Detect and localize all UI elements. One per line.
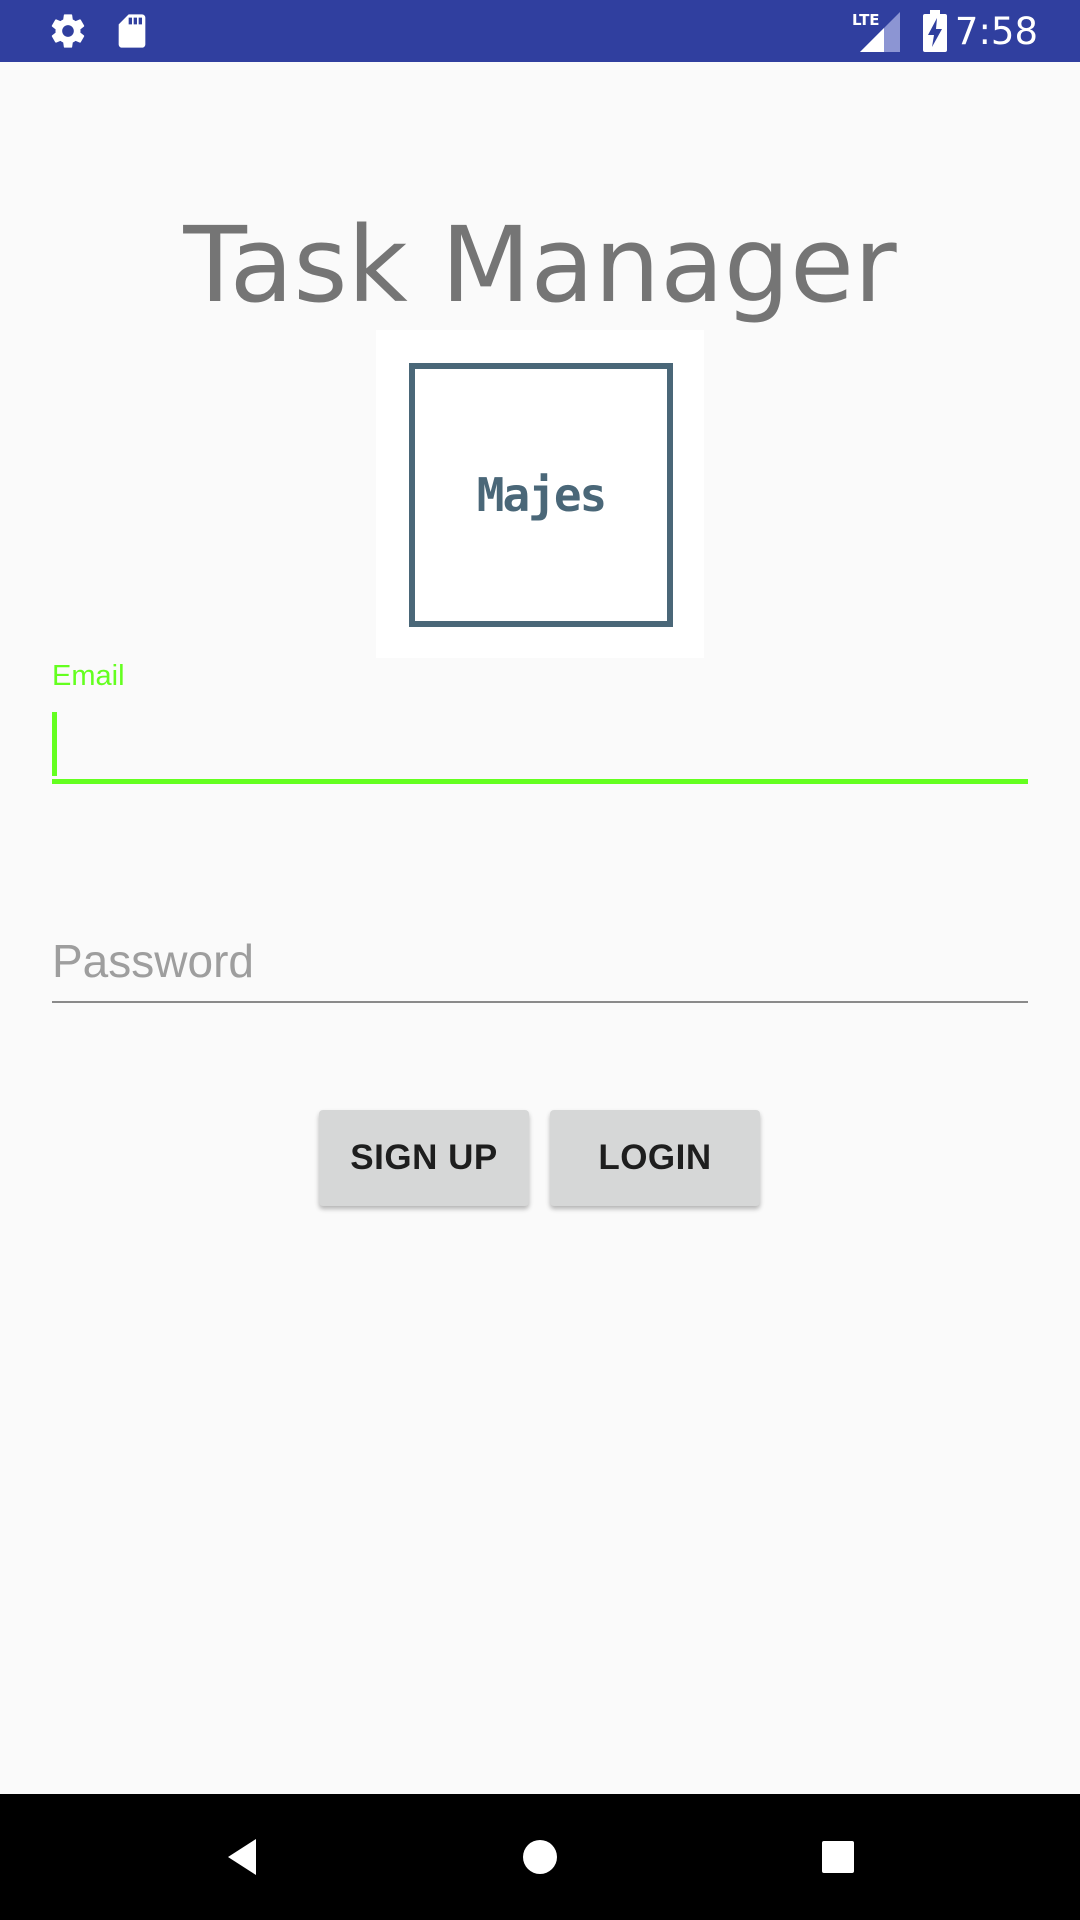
app-title: Task Manager	[183, 204, 897, 326]
app-logo: Majes	[376, 330, 704, 658]
email-label: Email	[52, 660, 125, 692]
sd-card-icon	[112, 0, 152, 62]
logo-frame: Majes	[409, 363, 673, 627]
status-bar: LTE 7:58	[0, 0, 1080, 62]
back-icon[interactable]	[182, 1794, 302, 1920]
recents-icon[interactable]	[778, 1794, 898, 1920]
password-placeholder: Password	[52, 935, 254, 987]
home-icon[interactable]	[480, 1794, 600, 1920]
text-cursor	[52, 712, 57, 776]
login-button[interactable]: LOGIN	[550, 1110, 760, 1206]
email-field[interactable]	[52, 706, 1028, 784]
password-field[interactable]: Password	[52, 924, 1028, 1003]
clock: 7:58	[954, 10, 1038, 53]
lte-signal-icon: LTE	[850, 0, 902, 62]
battery-charging-icon	[922, 0, 948, 62]
navigation-bar	[0, 1794, 1080, 1920]
sign-up-button[interactable]: SIGN UP	[319, 1110, 529, 1206]
svg-text:LTE: LTE	[852, 11, 880, 29]
gear-icon	[48, 0, 88, 62]
logo-text: Majes	[476, 468, 607, 522]
